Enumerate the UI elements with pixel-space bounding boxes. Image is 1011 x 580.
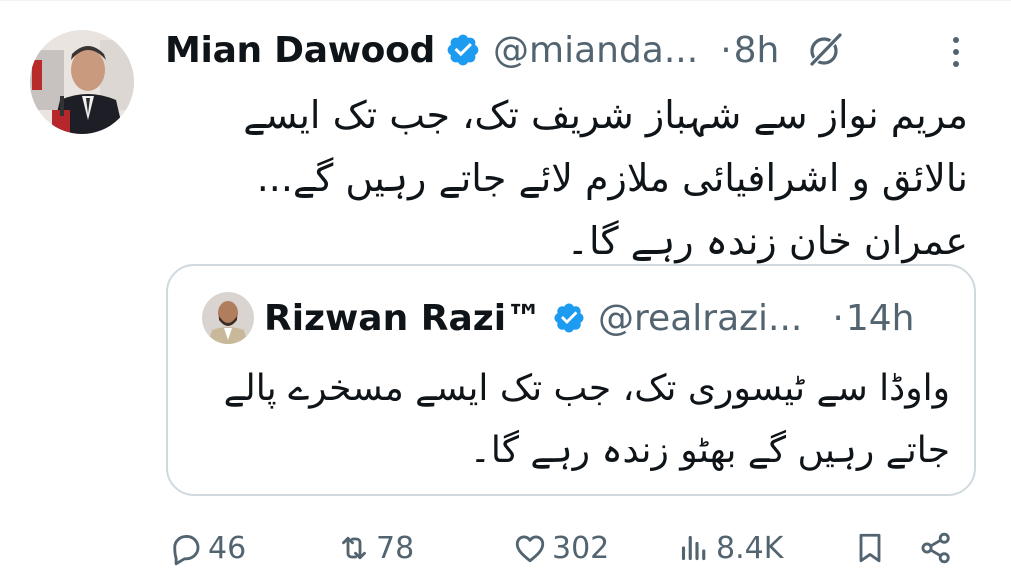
more-icon[interactable] bbox=[946, 34, 966, 70]
author-avatar[interactable] bbox=[30, 30, 134, 134]
grok-icon[interactable] bbox=[805, 30, 845, 70]
separator-dot: · bbox=[720, 29, 732, 71]
like-button[interactable]: 302 bbox=[512, 526, 609, 570]
bookmark-button[interactable] bbox=[852, 526, 892, 570]
author-name[interactable]: Mian Dawood bbox=[165, 30, 435, 71]
verified-badge-icon[interactable] bbox=[552, 301, 586, 335]
quoted-author-avatar-image bbox=[202, 292, 254, 344]
retweet-icon bbox=[342, 536, 366, 560]
author-avatar-image bbox=[30, 30, 134, 134]
views-count: 8.4K bbox=[716, 530, 784, 566]
top-divider bbox=[0, 0, 1011, 1]
tweet-text: مریم نواز سے شہباز شریف تک، جب تک ایسے ن… bbox=[243, 93, 968, 263]
quoted-tweet-time[interactable]: 14h bbox=[846, 298, 915, 339]
reply-count: 46 bbox=[208, 530, 247, 566]
quoted-author-name[interactable]: Rizwan Razi™ bbox=[264, 298, 542, 339]
reply-icon bbox=[173, 535, 200, 566]
retweet-button[interactable]: 78 bbox=[336, 526, 414, 570]
reply-button[interactable]: 46 bbox=[168, 526, 246, 570]
separator-dot: · bbox=[832, 297, 844, 339]
like-count: 302 bbox=[552, 530, 610, 566]
verified-badge-icon[interactable] bbox=[445, 32, 481, 68]
tweet-time[interactable]: 8h bbox=[734, 30, 780, 71]
views-button[interactable]: 8.4K bbox=[676, 526, 783, 570]
like-icon bbox=[515, 535, 545, 563]
views-icon bbox=[681, 535, 706, 561]
quoted-author-avatar[interactable] bbox=[202, 292, 254, 344]
retweet-count: 78 bbox=[376, 530, 415, 566]
quoted-tweet-text: واوڈا سے ٹیسوری تک، جب تک ایسے مسخرے پال… bbox=[223, 368, 950, 471]
tweet-action-bar: 46 78 302 8.4K bbox=[0, 520, 1011, 576]
quoted-author-handle[interactable]: @realrazi... bbox=[598, 298, 802, 339]
quoted-tweet-card[interactable]: Rizwan Razi™ @realrazi... · 14h واوڈا سے… bbox=[166, 264, 976, 496]
author-handle[interactable]: @mianda... bbox=[493, 30, 698, 71]
tweet-header: Mian Dawood @mianda... · 8h bbox=[165, 22, 845, 78]
bookmark-icon bbox=[859, 533, 881, 563]
share-icon bbox=[921, 532, 950, 564]
share-button[interactable] bbox=[918, 526, 958, 570]
quoted-tweet-header: Rizwan Razi™ @realrazi... · 14h bbox=[264, 290, 914, 346]
